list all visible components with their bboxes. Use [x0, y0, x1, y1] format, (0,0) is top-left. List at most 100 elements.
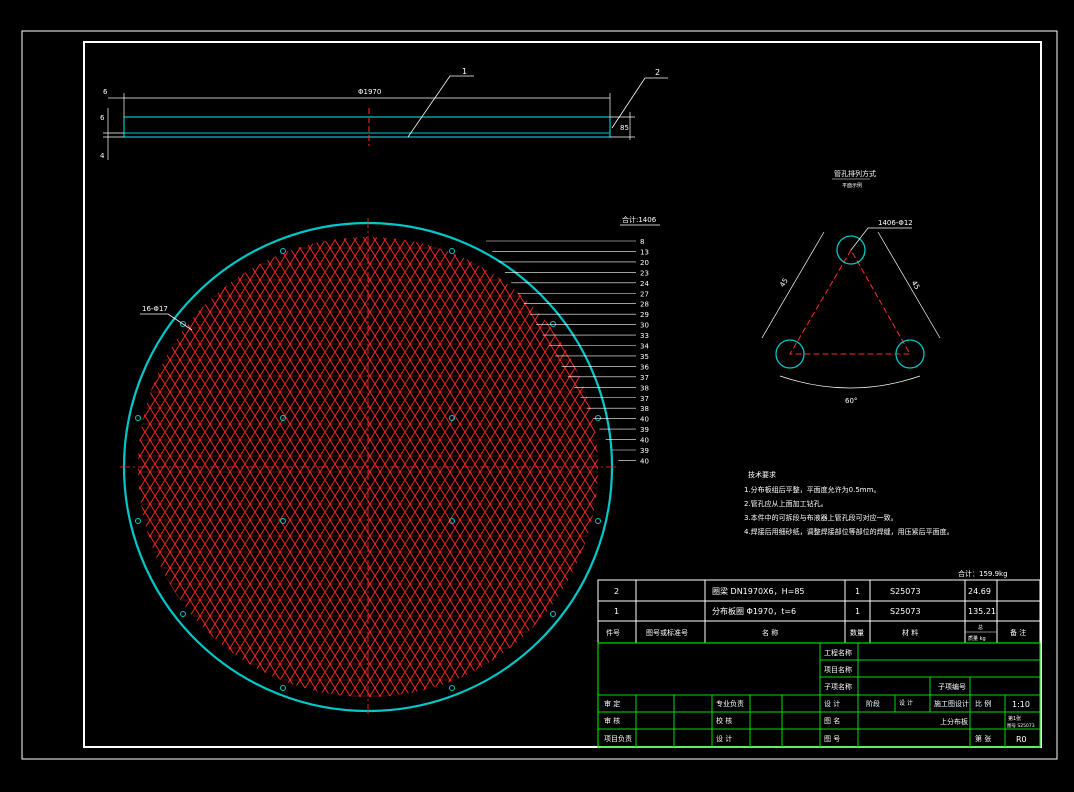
title-block: 工程名称 项目名称 子项名称 子项编号 审 定 审 核 项目负责 专业负责 校 …: [597, 642, 1041, 748]
tb-item: 项目名称: [824, 665, 852, 674]
row-count-label: 8: [640, 238, 644, 246]
detail-angle: 60°: [845, 397, 857, 405]
row-count-label: 35: [640, 353, 649, 361]
row-count-label: 23: [640, 269, 649, 277]
side-dim-left: 6: [103, 88, 108, 96]
hole-pattern-mesh: [138, 237, 598, 697]
bom-row1-no: 2: [614, 587, 619, 596]
tb-drawing-name: 图 名: [824, 716, 840, 725]
row-count-label: 39: [640, 447, 649, 455]
bom-row2-qty: 1: [855, 607, 860, 616]
bom-h-material: 材 料: [902, 628, 918, 637]
tb-stage-label: 设 计: [899, 699, 913, 707]
side-dim-thk1: 6: [100, 114, 105, 122]
bolt-hole: [550, 611, 556, 617]
bom-h-no: 件号: [606, 628, 620, 637]
total-weight: 合计：159.9kg: [958, 569, 1008, 578]
side-dim-right: 85: [620, 124, 629, 132]
tb-review1: 审 定: [604, 699, 620, 708]
detail-dim-left: 45: [778, 277, 790, 289]
technical-notes: 技术要求 1.分布板组后平整，平面度允许为0.5mm。 2.管孔应从上面加工钻孔…: [744, 470, 1008, 578]
side-plate: [123, 116, 611, 138]
tb-drawing-no: 图 号: [824, 735, 840, 743]
tb-design: 设 计: [716, 734, 732, 743]
row-count-label: 36: [640, 363, 649, 371]
note-line-1: 1.分布板组后平整，平面度允许为0.5mm。: [744, 485, 880, 494]
detail-subtitle: 平面示例: [842, 182, 862, 189]
bom-row2-no: 1: [614, 607, 619, 616]
row-count-label: 13: [640, 248, 649, 256]
bolt-hole: [449, 248, 455, 254]
bolt-hole: [595, 518, 601, 524]
bom-row1-material: S25073: [890, 587, 921, 596]
tb-page: 第 张: [975, 734, 991, 743]
row-count-label: 38: [640, 405, 649, 413]
tb-rev: R0: [1016, 735, 1027, 744]
bolt-hole: [550, 321, 556, 327]
plan-hole-callout: 16-Φ17: [142, 305, 168, 313]
bom-row1-weight: 24.69: [968, 587, 991, 596]
bolt-hole: [449, 685, 455, 691]
row-count-label: 37: [640, 395, 649, 403]
bom-h-remark: 备 注: [1010, 628, 1026, 637]
tb-project: 工程名称: [824, 648, 852, 657]
bom-row1-qty: 1: [855, 587, 860, 596]
tb-subitem: 子项名称: [824, 682, 852, 691]
tb-pm: 项目负责: [604, 734, 632, 743]
bom-table: 2 圈梁 DN1970X6，H=85 1 S25073 24.69 1 分布板圈…: [597, 579, 1041, 644]
row-count-label: 38: [640, 384, 649, 392]
tb-spec-lead: 专业负责: [716, 699, 744, 708]
row-count-label: 33: [640, 332, 649, 340]
notes-title: 技术要求: [748, 470, 776, 479]
tb-sheet-info: 第1张: [1008, 715, 1021, 722]
row-count-label: 24: [640, 280, 649, 288]
bom-row2-weight: 135.21: [968, 607, 996, 616]
bolt-hole: [595, 415, 601, 421]
bom-h-name: 名 称: [762, 628, 778, 637]
plan-view: 16-Φ17 合计:1406 8 13 20 23 24 27 28 29 30 33 34 35 36…: [120, 215, 660, 716]
tb-subitem-no: 子项编号: [938, 682, 966, 691]
bom-h-weight-unit: 质量 kg: [968, 635, 986, 642]
bolt-hole: [135, 415, 141, 421]
side-view: Φ1970 6 6 4 85 1 2: [100, 67, 668, 160]
row-count-label: 20: [640, 259, 649, 267]
row-count-label: 29: [640, 311, 649, 319]
callout-1: 1: [462, 67, 467, 76]
row-count-label: 27: [640, 290, 649, 298]
bom-row2-name: 分布板圈 Φ1970，t=6: [712, 606, 796, 616]
bolt-hole: [280, 685, 286, 691]
row-count-label: 40: [640, 416, 649, 424]
detail-callout: 1406-Φ12: [878, 219, 913, 227]
hole-detail: 管孔排列方式 平面示例 1406-Φ12 45 45 60°: [761, 169, 941, 405]
cad-drawing: Φ1970 6 6 4 85 1 2 16-Φ17 合计:1406 813202…: [21, 30, 1058, 760]
bolt-hole: [280, 248, 286, 254]
tb-sheet-code: 图号 S25073: [1007, 723, 1035, 729]
callout-2: 2: [655, 68, 660, 77]
note-line-4: 4.焊接后用细砂纸，调整焊接部位等部位的焊缝，用压紧后平面度。: [744, 527, 954, 536]
row-count-label: 37: [640, 374, 649, 382]
row-count-label: 40: [640, 457, 649, 465]
row-count-label: 39: [640, 426, 649, 434]
tb-check: 校 核: [716, 716, 732, 725]
tb-stage2: 施工图设计: [934, 699, 969, 708]
bom-row2-material: S25073: [890, 607, 921, 616]
bom-h-qty: 数量: [850, 628, 864, 637]
hole-count-title: 合计:1406: [622, 215, 657, 224]
side-dim-thk2: 4: [100, 152, 105, 160]
tb-scale: 1:10: [1012, 700, 1030, 709]
row-count-label: 28: [640, 301, 649, 309]
tb-review2: 审 核: [604, 716, 620, 725]
tb-designer: 设 计: [824, 699, 840, 708]
tb-stage-value: 阶段: [866, 699, 880, 708]
bom-h-drawing: 图号或标准号: [646, 628, 688, 637]
detail-title: 管孔排列方式: [834, 169, 876, 178]
pitch-triangle: [789, 248, 911, 355]
bolt-hole: [135, 518, 141, 524]
bom-h-weight-top: 总: [978, 624, 983, 631]
bolt-hole: [180, 611, 186, 617]
tb-scale-label: 比 例: [975, 699, 991, 708]
note-line-3: 3.本件中的可拆段与布液器上管孔段可对应一致。: [744, 513, 898, 522]
row-count-label: 30: [640, 322, 649, 330]
note-line-2: 2.管孔应从上面加工钻孔。: [744, 499, 828, 508]
tb-part: 上分布板: [940, 717, 968, 726]
